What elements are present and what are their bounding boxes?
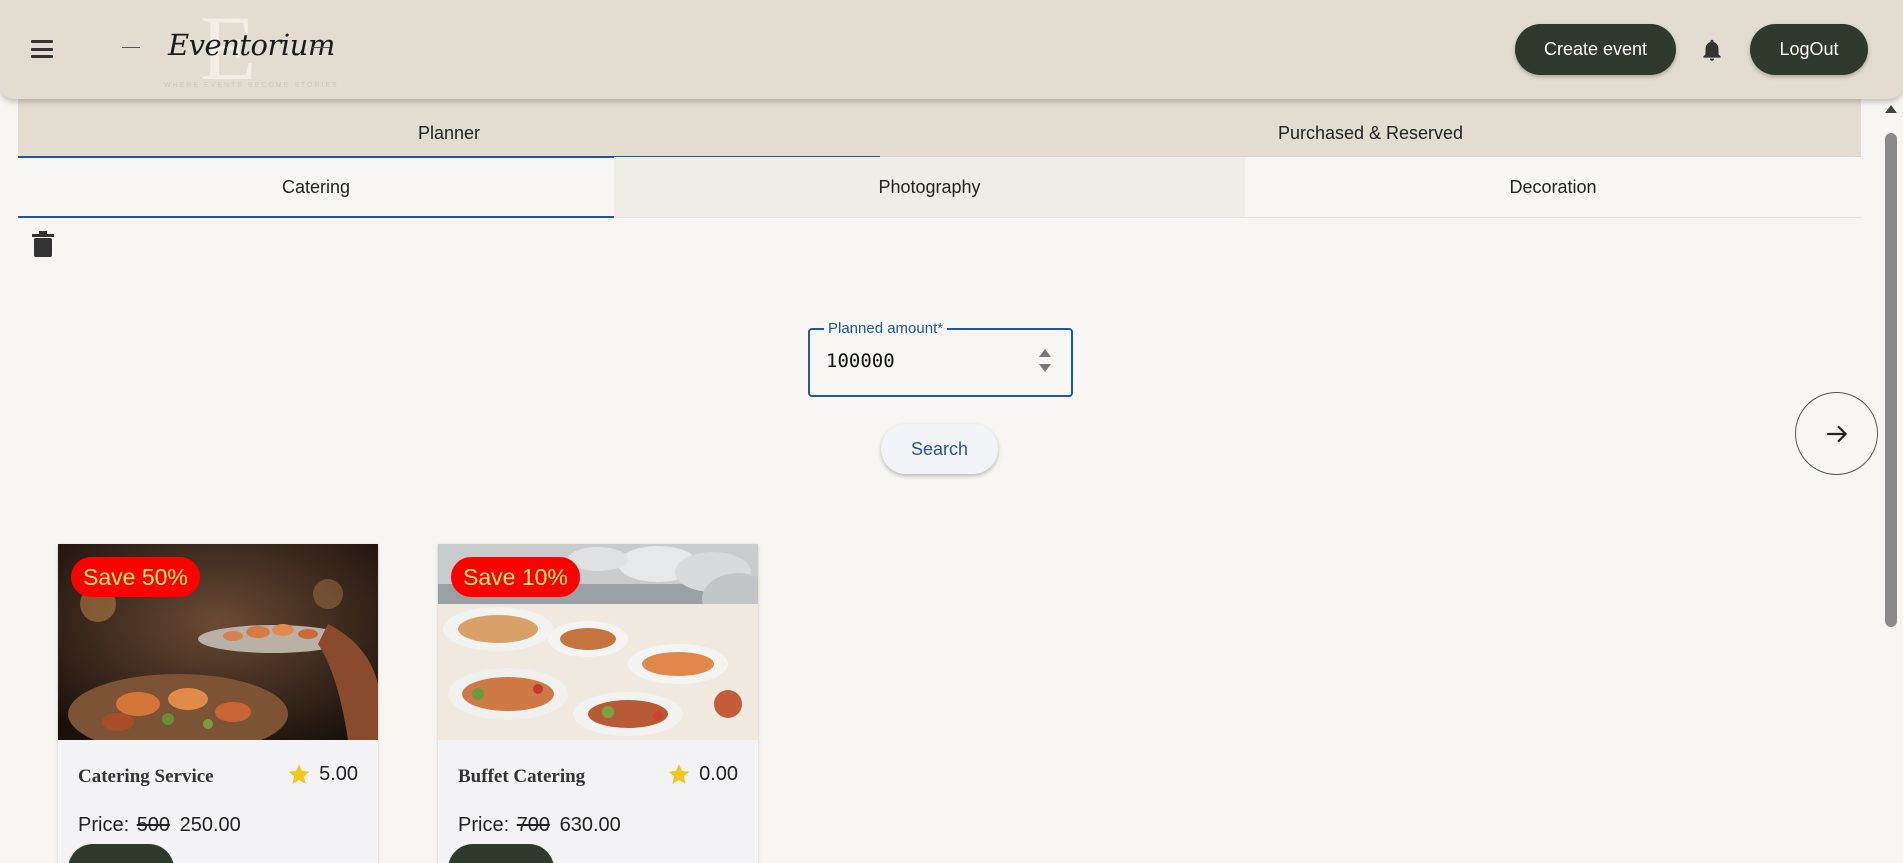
brand-logo[interactable]: E Eventorium WHERE EVENTS BECOME STORIES — [120, 0, 350, 99]
logo-dash-left — [122, 47, 140, 48]
star-icon — [288, 764, 310, 784]
price: Price: 500 250.00 — [78, 814, 241, 837]
tab-photography[interactable]: Photography — [614, 157, 1245, 217]
discount-badge: Save 10% — [451, 557, 580, 597]
tab-decoration[interactable]: Decoration — [1245, 157, 1861, 217]
stepper-up-icon[interactable] — [1039, 349, 1051, 357]
create-event-button[interactable]: Create event — [1515, 24, 1676, 75]
rating-value: 5.00 — [319, 762, 358, 785]
category-tabs: Catering Photography Decoration — [18, 157, 1861, 218]
star-icon — [668, 764, 690, 784]
top-header: E Eventorium WHERE EVENTS BECOME STORIES… — [0, 0, 1903, 99]
service-title: Catering Service — [78, 766, 214, 787]
planner-panel: Planner Purchased & Reserved Catering Ph… — [18, 99, 1878, 863]
planned-amount-label: Planned amount* — [824, 320, 948, 337]
service-title: Buffet Catering — [458, 766, 586, 787]
main-tabs: Planner Purchased & Reserved — [18, 99, 1861, 158]
tab-planner[interactable]: Planner — [18, 99, 880, 158]
search-button[interactable]: Search — [881, 424, 998, 474]
discount-badge: Save 50% — [71, 557, 200, 597]
service-card[interactable]: Save 10% Buffet Catering 0.00 Price: 700… — [438, 544, 758, 863]
scroll-up-icon[interactable] — [1885, 105, 1897, 113]
tab-purchased-reserved[interactable]: Purchased & Reserved — [880, 99, 1861, 157]
logo-dash-right — [312, 47, 330, 48]
service-image: Save 10% — [438, 544, 758, 740]
price: Price: 700 630.00 — [458, 814, 621, 837]
rating-value: 0.00 — [699, 762, 738, 785]
old-price: 500 — [136, 814, 171, 836]
card-action-button[interactable] — [68, 844, 174, 863]
card-action-button[interactable] — [448, 844, 554, 863]
tab-catering[interactable]: Catering — [18, 157, 614, 218]
trash-icon[interactable] — [32, 231, 54, 257]
amount-stepper[interactable] — [1039, 349, 1051, 379]
planned-amount-field[interactable]: Planned amount* 100000 — [808, 320, 1073, 397]
brand-name: Eventorium — [168, 28, 335, 62]
new-price: 250.00 — [179, 814, 241, 836]
service-image: Save 50% — [58, 544, 378, 740]
scroll-thumb[interactable] — [1885, 133, 1897, 627]
arrow-right-icon[interactable] — [1795, 392, 1878, 475]
bell-icon[interactable] — [1699, 36, 1725, 64]
stepper-down-icon[interactable] — [1039, 364, 1051, 372]
price-label: Price: — [458, 814, 510, 836]
service-card[interactable]: Save 50% Catering Service 5.00 Price: 50… — [58, 544, 378, 863]
price-label: Price: — [78, 814, 130, 836]
rating: 0.00 — [667, 762, 738, 786]
planned-amount-input[interactable]: 100000 — [826, 350, 895, 372]
old-price: 700 — [516, 814, 551, 836]
brand-tagline: WHERE EVENTS BECOME STORIES — [164, 82, 339, 89]
logout-button[interactable]: LogOut — [1750, 24, 1868, 75]
rating: 5.00 — [287, 762, 358, 786]
hamburger-menu-icon[interactable] — [28, 38, 56, 60]
page-scrollbar[interactable] — [1879, 99, 1903, 863]
new-price: 630.00 — [559, 814, 621, 836]
